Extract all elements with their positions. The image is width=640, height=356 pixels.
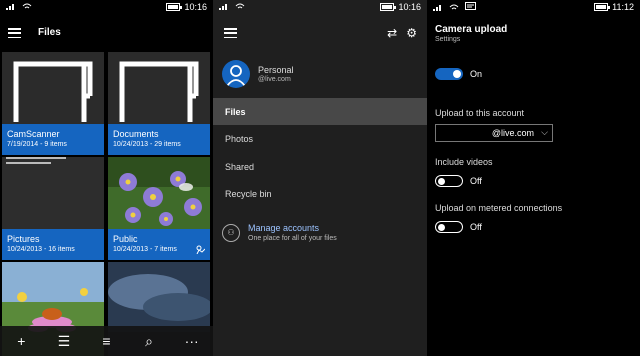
status-bar: 10:16 <box>213 0 427 14</box>
tile-name: Pictures <box>7 234 40 244</box>
folder-icon <box>2 52 104 124</box>
include-videos-state: Off <box>470 176 482 186</box>
navigation-panel: 10:16 ⇄ ⚙ Personal @live.com Files Photo… <box>213 0 427 356</box>
tile-name: Documents <box>113 129 159 139</box>
manage-accounts-icon: ⚇ <box>222 224 240 242</box>
folder-icon <box>108 52 210 124</box>
tile-meta: 10/24/2013 - 16 items <box>7 246 75 253</box>
page-title: Files <box>38 27 61 38</box>
manage-accounts-link[interactable]: Manage accounts <box>248 223 319 233</box>
tile-meta: 7/19/2014 - 9 items <box>7 141 67 148</box>
select-icon[interactable]: ≡ <box>96 333 116 349</box>
tile-name: Public <box>113 234 138 244</box>
folder-tile-public[interactable]: Public 10/24/2013 - 7 items <box>108 157 210 260</box>
include-videos-label: Include videos <box>435 157 493 167</box>
tile-meta: 10/24/2013 - 29 items <box>113 141 181 148</box>
nav-item-files[interactable]: Files <box>213 98 427 125</box>
status-time: 10:16 <box>398 2 421 12</box>
tile-name: CamScanner <box>7 129 60 139</box>
battery-icon <box>594 3 611 11</box>
folder-tile-pictures[interactable]: Pictures 10/24/2013 - 16 items <box>2 157 104 260</box>
search-icon[interactable]: ⌕ <box>139 333 159 350</box>
status-bar: 11:12 <box>427 0 640 14</box>
battery-icon <box>166 3 183 11</box>
sync-icon[interactable]: ⇄ <box>387 26 397 40</box>
tile-meta: 10/24/2013 - 7 items <box>113 246 177 253</box>
status-time: 11:12 <box>612 2 634 12</box>
settings-panel: 11:12 Camera upload Settings On Upload t… <box>427 0 640 356</box>
wifi-icon <box>449 4 459 9</box>
nav-item-recycle-bin[interactable]: Recycle bin <box>213 180 427 207</box>
page-title: Camera upload <box>435 24 508 35</box>
flower-photo-thumbnail <box>108 157 210 229</box>
nav-item-photos[interactable]: Photos <box>213 125 427 152</box>
metered-state: Off <box>470 222 482 232</box>
upload-account-value: @live.com <box>491 128 534 138</box>
chevron-down-icon: ⌵ <box>541 127 548 137</box>
camera-upload-state: On <box>470 69 483 79</box>
page-subtitle: Settings <box>435 36 461 43</box>
avatar[interactable] <box>222 60 250 88</box>
gear-icon[interactable]: ⚙ <box>406 26 417 40</box>
list-view-icon[interactable]: ☰ <box>54 333 74 350</box>
nav-item-shared[interactable]: Shared <box>213 153 427 180</box>
shared-icon <box>196 245 205 254</box>
account-name: Personal <box>258 65 294 75</box>
status-bar: 10:16 <box>0 0 213 14</box>
signal-icon <box>219 4 227 10</box>
manage-accounts-subtitle: One place for all of your files <box>248 235 337 242</box>
signal-icon <box>433 4 441 11</box>
document-preview <box>2 157 104 229</box>
wifi-icon <box>235 3 245 9</box>
folder-tile-camscanner[interactable]: CamScanner 7/19/2014 - 9 items <box>2 52 104 155</box>
camera-upload-toggle[interactable] <box>435 68 463 80</box>
hamburger-menu-icon[interactable] <box>224 28 237 38</box>
upload-account-label: Upload to this account <box>435 108 525 118</box>
include-videos-toggle[interactable] <box>435 175 463 187</box>
wifi-icon <box>22 3 32 9</box>
account-email: @live.com <box>258 76 291 83</box>
message-icon <box>465 2 476 10</box>
status-time: 10:16 <box>184 2 207 12</box>
upload-account-select[interactable]: @live.com ⌵ <box>435 124 553 142</box>
more-icon[interactable]: ··· <box>182 333 202 349</box>
metered-toggle[interactable] <box>435 221 463 233</box>
battery-icon <box>380 3 397 11</box>
signal-icon <box>6 4 14 10</box>
app-bar: + ☰ ≡ ⌕ ··· <box>0 326 213 356</box>
folder-tile-documents[interactable]: Documents 10/24/2013 - 29 items <box>108 52 210 155</box>
add-icon[interactable]: + <box>11 333 31 349</box>
hamburger-menu-icon[interactable] <box>8 28 21 38</box>
metered-label: Upload on metered connections <box>435 203 563 213</box>
files-panel: 10:16 Files CamScanner 7/19/2014 - 9 ite… <box>0 0 213 356</box>
